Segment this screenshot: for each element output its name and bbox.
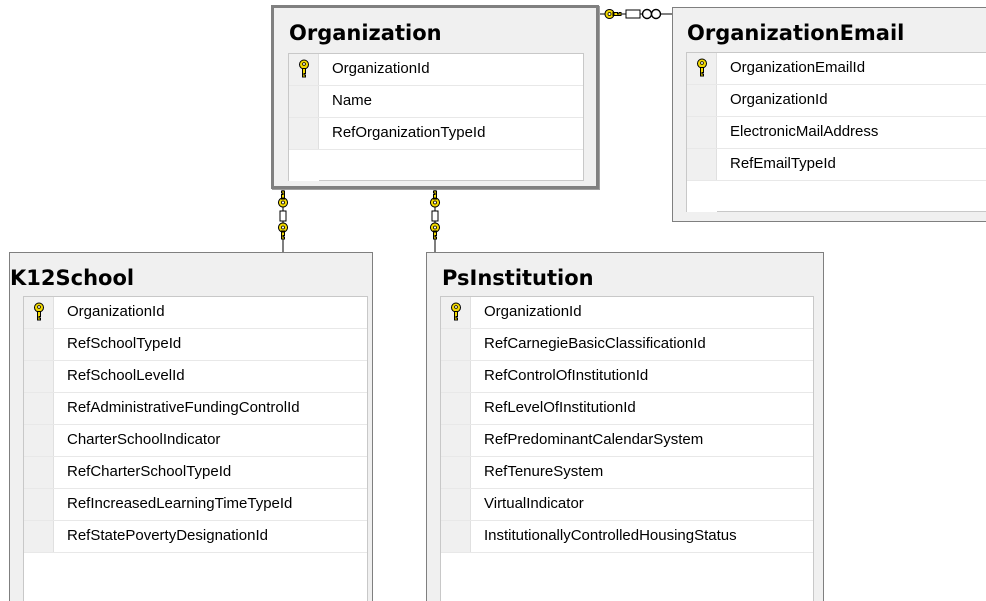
column-name: OrganizationId (730, 91, 828, 108)
column-name: RefControlOfInstitutionId (484, 367, 649, 384)
row-header (441, 489, 471, 520)
column-row[interactable]: RefTenureSystem (441, 457, 813, 489)
column-list: OrganizationId RefCarnegieBasicClassific… (440, 296, 814, 601)
row-header (441, 393, 471, 424)
column-list: OrganizationId RefSchoolTypeId RefSchool… (23, 296, 368, 601)
row-header (24, 457, 54, 488)
row-header (687, 181, 717, 212)
column-name: RefCharterSchoolTypeId (67, 463, 232, 480)
column-name: OrganizationId (332, 60, 430, 77)
column-row[interactable]: RefSchoolLevelId (24, 361, 367, 393)
column-name: RefOrganizationTypeId (332, 124, 486, 141)
key-icon (278, 190, 288, 208)
infinity-icon (641, 8, 662, 20)
column-row[interactable]: Name (289, 86, 583, 118)
empty-row (441, 553, 813, 585)
column-row[interactable]: VirtualIndicator (441, 489, 813, 521)
column-list: OrganizationId Name RefOrganizationTypeI… (288, 53, 584, 181)
column-name: RefCarnegieBasicClassificationId (484, 335, 706, 352)
column-row[interactable]: OrganizationId (441, 297, 813, 329)
key-icon (278, 222, 288, 240)
column-row[interactable]: CharterSchoolIndicator (24, 425, 367, 457)
table-psinstitution[interactable]: PsInstitution OrganizationId RefCarnegie… (426, 252, 824, 601)
row-header (441, 553, 471, 584)
row-header (687, 117, 717, 148)
row-header (24, 329, 54, 360)
row-header (441, 329, 471, 360)
key-icon (430, 222, 440, 240)
empty-row (289, 150, 583, 182)
column-name: OrganizationEmailId (730, 59, 866, 76)
empty-row (687, 181, 986, 213)
column-row[interactable]: RefStatePovertyDesignationId (24, 521, 367, 553)
row-header (441, 521, 471, 552)
table-title: Organization (289, 21, 442, 45)
column-name: RefStatePovertyDesignationId (67, 527, 268, 544)
column-row[interactable]: RefSchoolTypeId (24, 329, 367, 361)
column-row[interactable]: RefCarnegieBasicClassificationId (441, 329, 813, 361)
primary-key-icon (451, 302, 461, 321)
column-name: CharterSchoolIndicator (67, 431, 221, 448)
row-header (24, 553, 54, 584)
table-title: OrganizationEmail (687, 21, 905, 45)
column-row[interactable]: RefIncreasedLearningTimeTypeId (24, 489, 367, 521)
row-header (441, 361, 471, 392)
column-name: RefIncreasedLearningTimeTypeId (67, 495, 293, 512)
column-name: OrganizationId (67, 303, 165, 320)
row-header (687, 149, 717, 180)
primary-key-icon (299, 59, 309, 78)
key-icon (430, 190, 440, 208)
column-row[interactable]: RefLevelOfInstitutionId (441, 393, 813, 425)
column-name: RefSchoolTypeId (67, 335, 182, 352)
column-row[interactable]: ElectronicMailAddress (687, 117, 986, 149)
row-header (289, 118, 319, 149)
relationship-organization-psinstitution[interactable] (430, 188, 440, 252)
column-name: InstitutionallyControlledHousingStatus (484, 527, 737, 544)
row-header (24, 393, 54, 424)
column-name: RefAdministrativeFundingControlId (67, 399, 300, 416)
column-name: ElectronicMailAddress (730, 123, 879, 140)
table-organizationemail[interactable]: OrganizationEmail OrganizationEmailId Or… (672, 7, 986, 222)
column-row[interactable]: RefOrganizationTypeId (289, 118, 583, 150)
column-row[interactable]: OrganizationEmailId (687, 53, 986, 85)
column-row[interactable]: InstitutionallyControlledHousingStatus (441, 521, 813, 553)
column-row[interactable]: RefPredominantCalendarSystem (441, 425, 813, 457)
column-row[interactable]: RefCharterSchoolTypeId (24, 457, 367, 489)
column-row[interactable]: OrganizationId (24, 297, 367, 329)
column-name: RefSchoolLevelId (67, 367, 185, 384)
row-header (687, 85, 717, 116)
column-row[interactable]: RefControlOfInstitutionId (441, 361, 813, 393)
column-name: Name (332, 92, 373, 109)
column-row[interactable]: RefAdministrativeFundingControlId (24, 393, 367, 425)
column-name: VirtualIndicator (484, 495, 584, 512)
column-name: RefEmailTypeId (730, 155, 836, 172)
table-title: PsInstitution (442, 266, 594, 290)
column-list: OrganizationEmailId OrganizationId Elect… (686, 52, 986, 212)
table-title: K12School (10, 266, 135, 290)
row-header (24, 361, 54, 392)
column-row[interactable]: OrganizationId (687, 85, 986, 117)
row-header (441, 457, 471, 488)
row-header (24, 425, 54, 456)
row-header (24, 521, 54, 552)
primary-key-icon (34, 302, 44, 321)
column-row[interactable]: RefEmailTypeId (687, 149, 986, 181)
column-name: RefPredominantCalendarSystem (484, 431, 704, 448)
key-icon (604, 9, 622, 19)
primary-key-icon (697, 58, 707, 77)
row-header (289, 150, 319, 181)
relationship-organization-organizationemail[interactable] (600, 8, 672, 20)
column-name: OrganizationId (484, 303, 582, 320)
table-organization[interactable]: Organization OrganizationId Name RefOrga… (271, 5, 599, 189)
relationship-organization-k12school[interactable] (278, 188, 288, 252)
column-row[interactable]: OrganizationId (289, 54, 583, 86)
row-header (289, 86, 319, 117)
empty-row (24, 553, 367, 585)
table-k12school[interactable]: K12School OrganizationId RefSchoolTypeId… (9, 252, 373, 601)
column-name: RefTenureSystem (484, 463, 604, 480)
row-header (24, 489, 54, 520)
row-header (441, 425, 471, 456)
column-name: RefLevelOfInstitutionId (484, 399, 636, 416)
